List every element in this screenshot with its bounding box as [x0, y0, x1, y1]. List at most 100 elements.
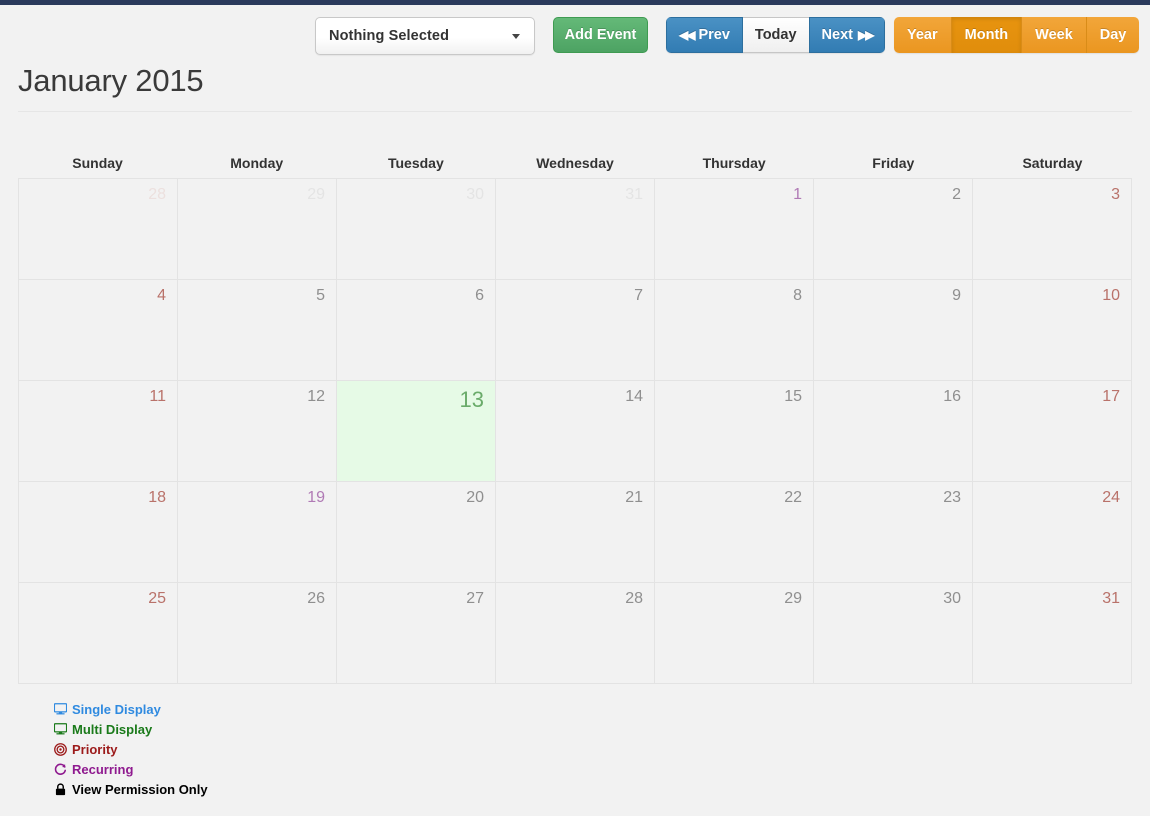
bullseye-icon [53, 742, 67, 756]
calendar-week-row: 11 12 13 14 15 16 17 [19, 381, 1132, 482]
day-cell[interactable]: 23 [814, 482, 973, 583]
day-number: 17 [1102, 388, 1120, 405]
calendar-week-row: 25 26 27 28 29 30 31 [19, 583, 1132, 684]
today-button[interactable]: Today [742, 17, 809, 53]
calendar-toolbar: Nothing Selected Add Event ◀◀ Prev Today… [0, 17, 1150, 63]
day-number: 19 [307, 489, 325, 506]
double-left-arrow-icon: ◀◀ [679, 28, 696, 42]
day-cell[interactable]: 13 [337, 381, 496, 482]
day-number: 29 [307, 186, 325, 203]
day-cell[interactable]: 20 [337, 482, 496, 583]
monitor-icon [53, 703, 67, 715]
day-cell[interactable]: 24 [973, 482, 1132, 583]
day-number: 15 [784, 388, 802, 405]
day-number: 18 [148, 489, 166, 506]
day-cell[interactable]: 16 [814, 381, 973, 482]
day-cell[interactable]: 5 [178, 280, 337, 381]
calendar-week-row: 4 5 6 7 8 9 10 [19, 280, 1132, 381]
day-cell[interactable]: 2 [814, 179, 973, 280]
legend-item: View Permission Only [53, 779, 208, 799]
day-cell[interactable]: 29 [655, 583, 814, 684]
day-number: 25 [148, 590, 166, 607]
day-cell[interactable]: 30 [337, 179, 496, 280]
calendar-select-value: Nothing Selected [329, 28, 450, 44]
day-cell[interactable]: 15 [655, 381, 814, 482]
day-cell[interactable]: 25 [19, 583, 178, 684]
day-number: 11 [149, 388, 166, 405]
day-cell[interactable]: 8 [655, 280, 814, 381]
calendar-weeks: 28 29 30 31 1 2 3 4 5 6 7 8 9 10 11 12 13 14 15 16 17 18 19 20 2… [18, 178, 1132, 684]
day-cell[interactable]: 28 [19, 179, 178, 280]
day-number: 30 [943, 590, 961, 607]
day-number: 10 [1102, 287, 1120, 304]
day-cell[interactable]: 17 [973, 381, 1132, 482]
day-cell[interactable]: 27 [337, 583, 496, 684]
day-cell[interactable]: 31 [973, 583, 1132, 684]
day-cell[interactable]: 14 [496, 381, 655, 482]
day-cell[interactable]: 29 [178, 179, 337, 280]
day-cell[interactable]: 12 [178, 381, 337, 482]
calendar-nav-group: ◀◀ Prev Today Next ▶▶ [666, 17, 886, 53]
weekday-header-wednesday: Wednesday [536, 154, 614, 171]
view-button-day[interactable]: Day [1086, 17, 1140, 53]
day-cell[interactable]: 6 [337, 280, 496, 381]
legend-item: Recurring [53, 759, 208, 779]
weekday-header-thursday: Thursday [702, 154, 766, 171]
day-number: 20 [466, 489, 484, 506]
day-cell[interactable]: 18 [19, 482, 178, 583]
view-switcher-group: Year Month Week Day [894, 17, 1140, 53]
chevron-down-icon [512, 33, 520, 39]
view-button-label: Year [907, 27, 938, 43]
weekday-header-friday: Friday [872, 154, 915, 171]
day-number: 31 [1102, 590, 1120, 607]
day-cell[interactable]: 26 [178, 583, 337, 684]
day-number: 27 [466, 590, 484, 607]
day-number: 5 [316, 287, 325, 304]
today-label: Today [754, 27, 797, 43]
legend-item: Multi Display [53, 719, 208, 739]
day-cell[interactable]: 31 [496, 179, 655, 280]
calendar-page: Nothing Selected Add Event ◀◀ Prev Today… [0, 5, 1150, 816]
monitor-icon [53, 723, 67, 735]
day-cell[interactable]: 4 [19, 280, 178, 381]
day-number: 8 [793, 287, 802, 304]
day-number: 13 [459, 387, 484, 412]
day-cell[interactable]: 7 [496, 280, 655, 381]
day-number: 12 [307, 388, 325, 405]
day-cell[interactable]: 30 [814, 583, 973, 684]
double-right-arrow-icon: ▶▶ [857, 28, 875, 42]
day-cell[interactable]: 10 [973, 280, 1132, 381]
legend-item-label: View Permission Only [72, 781, 208, 797]
day-cell[interactable]: 11 [19, 381, 178, 482]
day-cell[interactable]: 28 [496, 583, 655, 684]
prev-label: Prev [698, 27, 730, 43]
day-number: 4 [157, 287, 166, 304]
day-cell[interactable]: 22 [655, 482, 814, 583]
next-button[interactable]: Next ▶▶ [808, 17, 886, 53]
legend-item: Priority [53, 739, 208, 759]
day-cell[interactable]: 9 [814, 280, 973, 381]
calendar-select-dropdown[interactable]: Nothing Selected [315, 17, 535, 55]
legend-item-label: Priority [72, 741, 118, 757]
add-event-button[interactable]: Add Event [553, 17, 648, 53]
view-button-year[interactable]: Year [894, 17, 952, 53]
day-number: 24 [1102, 489, 1120, 506]
view-button-label: Month [964, 27, 1009, 43]
weekday-header-sunday: Sunday [72, 154, 123, 171]
day-cell[interactable]: 19 [178, 482, 337, 583]
day-number: 2 [952, 186, 961, 203]
day-cell[interactable]: 1 [655, 179, 814, 280]
view-button-label: Day [1099, 27, 1127, 43]
view-button-week[interactable]: Week [1022, 17, 1087, 53]
day-number: 23 [943, 489, 961, 506]
legend-item-label: Multi Display [72, 721, 153, 737]
legend-item-label: Single Display [72, 701, 161, 717]
prev-button[interactable]: ◀◀ Prev [666, 17, 743, 53]
day-cell[interactable]: 3 [973, 179, 1132, 280]
day-number: 21 [625, 489, 643, 506]
month-calendar: Sunday Monday Tuesday Wednesday Thursday Frid… [18, 147, 1132, 684]
view-button-month[interactable]: Month [951, 17, 1023, 53]
legend-item: Single Display [53, 699, 208, 719]
day-cell[interactable]: 21 [496, 482, 655, 583]
legend-item-label: Recurring [72, 761, 134, 777]
